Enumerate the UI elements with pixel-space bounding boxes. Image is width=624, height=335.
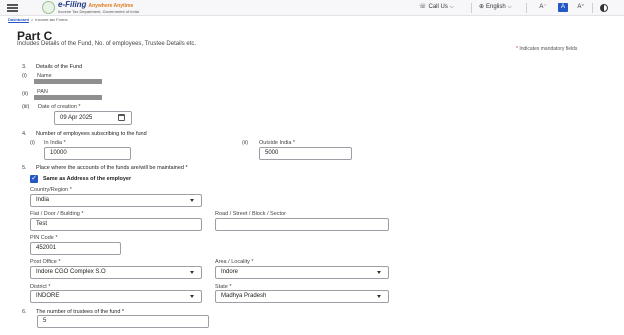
call-us-button[interactable]: ☏ Call Us ⌵ — [419, 3, 454, 11]
menu-icon[interactable] — [7, 4, 18, 12]
section-3ii-number: (ii) — [22, 91, 29, 97]
area-select[interactable]: Indore — [215, 266, 389, 279]
breadcrumb-current: Income-tax Forms — [35, 17, 68, 22]
globe-icon: ⊕ — [479, 4, 485, 10]
language-label: English — [486, 3, 506, 10]
country-label: Country/Region * — [30, 187, 72, 193]
flat-input[interactable]: Test — [30, 218, 202, 231]
post-office-label: Post Office * — [30, 259, 61, 265]
same-address-label: Same as Address of the employer — [43, 176, 132, 182]
app-logo[interactable]: e-Filing Anywhere Anytime — [58, 0, 133, 9]
calendar-icon[interactable] — [118, 114, 125, 121]
outside-india-input[interactable]: 5000 — [259, 147, 352, 160]
page-subtitle: Includes Details of the Fund, No. of emp… — [17, 41, 197, 47]
pan-redacted — [34, 95, 102, 100]
section-5-title: Place where the accounts of the funds ar… — [36, 165, 188, 171]
trustees-count-input[interactable]: 5 — [37, 315, 209, 328]
contrast-toggle-icon[interactable] — [600, 4, 608, 12]
section-3i-number: (i) — [22, 73, 27, 79]
section-3iii-number: (iii) — [22, 104, 30, 110]
outside-india-label: Outside India * — [259, 140, 296, 146]
section-3-title: Details of the Fund — [36, 64, 83, 70]
chevron-down-icon: ⌵ — [507, 3, 512, 10]
district-select[interactable]: INDORE — [30, 290, 202, 303]
section-4ii-number: (ii) — [242, 140, 249, 146]
section-6-number: 6. — [22, 309, 27, 315]
section-5-number: 5. — [22, 165, 27, 171]
logo-tagline: Income Tax Department, Government of Ind… — [58, 9, 139, 14]
phone-icon: ☏ — [419, 4, 427, 10]
breadcrumb-dashboard[interactable]: Dashboard — [8, 17, 29, 23]
same-address-checkbox[interactable]: ✓ — [30, 175, 38, 183]
breadcrumb-separator: > — [30, 17, 34, 22]
flat-label: Flat / Door / Building * — [30, 211, 84, 217]
fund-name-redacted — [34, 79, 102, 84]
in-india-label: In India * — [44, 140, 66, 146]
pin-code-label: PIN Code * — [30, 235, 58, 241]
in-india-input[interactable]: 10000 — [44, 147, 131, 160]
section-4-title: Number of employees subscribing to the f… — [36, 131, 147, 137]
font-increase-button[interactable]: A⁺ — [576, 3, 586, 12]
road-label: Road / Street / Block / Sector — [215, 211, 286, 217]
state-select[interactable]: Madhya Pradesh — [215, 290, 389, 303]
country-select[interactable]: India — [30, 194, 202, 207]
header-divider — [526, 3, 527, 13]
date-of-creation-value: 09 Apr 2025 — [60, 115, 93, 121]
call-us-label: Call Us — [428, 3, 448, 10]
header-divider — [592, 3, 593, 13]
language-selector[interactable]: ⊕ English ⌵ — [479, 3, 512, 11]
area-label: Area / Locality * — [215, 259, 254, 265]
breadcrumb: Dashboard > Income-tax Forms — [8, 17, 67, 23]
section-4-number: 4. — [22, 131, 27, 137]
date-of-creation-label: Date of creation * — [38, 104, 81, 110]
date-of-creation-input[interactable]: 09 Apr 2025 — [54, 111, 132, 125]
section-4i-number: (i) — [30, 140, 35, 146]
font-decrease-button[interactable]: A⁻ — [538, 3, 548, 12]
emblem-logo-icon — [42, 1, 55, 14]
post-office-select[interactable]: Indore CGO Complex S.O — [30, 266, 202, 279]
header-divider — [471, 3, 472, 13]
font-normal-button[interactable]: A — [558, 3, 568, 12]
chevron-down-icon: ⌵ — [449, 3, 454, 10]
mandatory-note: * Indicates mandatory fields — [516, 46, 578, 52]
pin-code-input[interactable]: 452001 — [30, 242, 121, 255]
section-3-number: 3. — [22, 64, 27, 70]
road-input[interactable] — [215, 218, 389, 231]
